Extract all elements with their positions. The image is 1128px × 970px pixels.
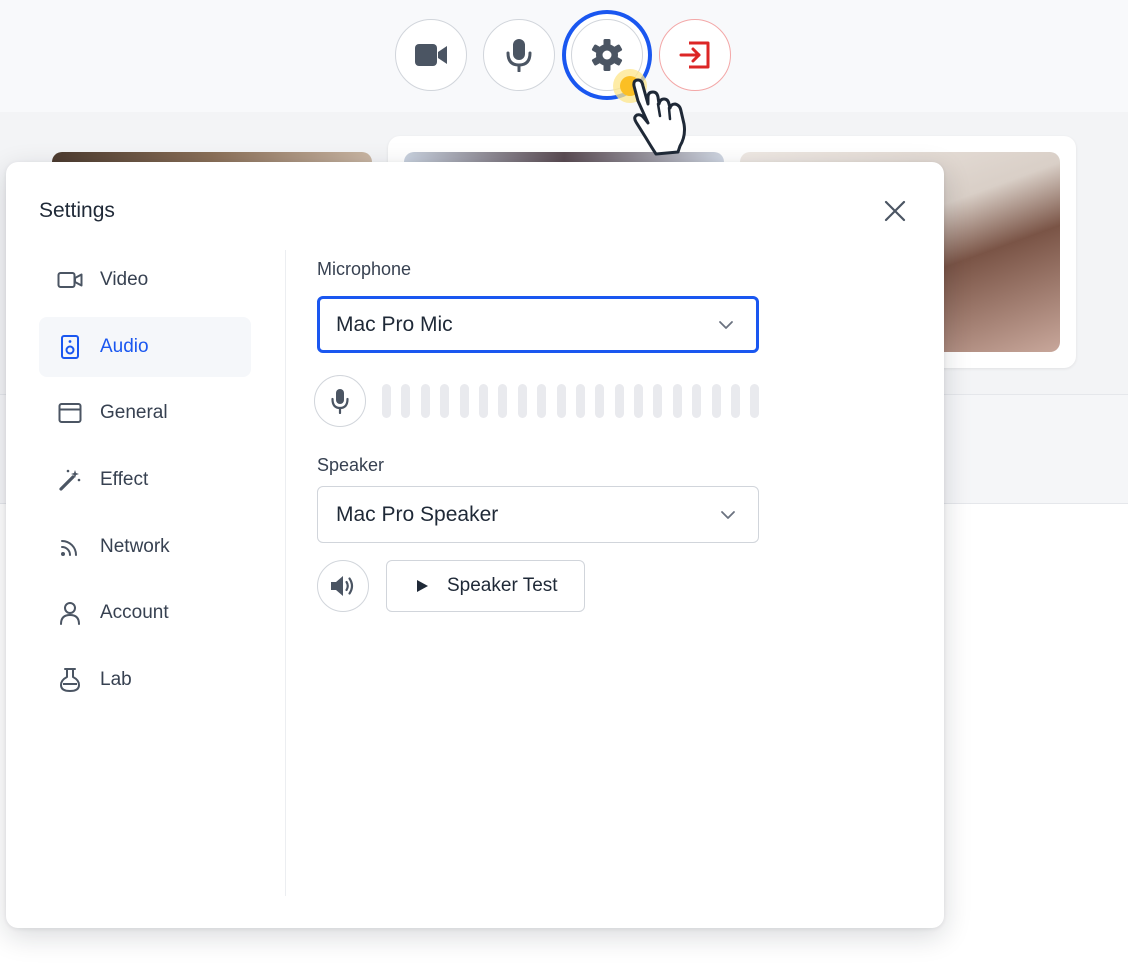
level-meter-segment <box>672 384 682 418</box>
nav-item-label: Audio <box>100 335 149 357</box>
level-meter-segment <box>478 384 488 418</box>
settings-nav: Video Audio General Effect Network Accou… <box>39 250 251 717</box>
microphone-toggle-button[interactable] <box>483 19 555 91</box>
nav-item-label: Lab <box>100 669 132 691</box>
chevron-down-icon <box>721 510 735 519</box>
level-meter-segment <box>575 384 585 418</box>
nav-item-label: Video <box>100 269 149 290</box>
level-meter-segment <box>420 384 430 418</box>
level-meter-segment <box>401 384 411 418</box>
video-camera-icon <box>415 44 447 66</box>
nav-item-lab[interactable]: Lab <box>39 650 251 710</box>
nav-item-audio[interactable]: Audio <box>39 316 251 377</box>
nav-item-label: General <box>100 402 168 424</box>
nav-item-general[interactable]: General <box>39 383 251 443</box>
nav-item-effect[interactable]: Effect <box>39 450 251 510</box>
nav-item-video[interactable]: Video <box>39 250 251 310</box>
speaker-volume-button[interactable] <box>317 560 369 612</box>
microphone-select-value: Mac Pro Mic <box>336 312 453 336</box>
dialog-title: Settings <box>39 199 115 222</box>
microphone-select[interactable]: Mac Pro Mic <box>317 296 759 353</box>
nav-item-account[interactable]: Account <box>39 583 251 643</box>
play-icon <box>417 580 428 592</box>
level-meter-segment <box>750 384 760 418</box>
level-meter-segment <box>440 384 450 418</box>
window-icon <box>57 400 83 426</box>
level-meter-segment <box>459 384 469 418</box>
level-meter-segment <box>711 384 721 418</box>
nav-item-network[interactable]: Network <box>39 517 251 577</box>
level-meter-segment <box>595 384 605 418</box>
wifi-signal-icon <box>57 534 83 560</box>
microphone-level-meter <box>382 384 760 418</box>
level-meter-segment <box>498 384 508 418</box>
microphone-icon <box>506 39 532 72</box>
nav-item-label: Effect <box>100 469 149 491</box>
speaker-select[interactable]: Mac Pro Speaker <box>317 486 759 543</box>
level-meter-segment <box>692 384 702 418</box>
chevron-down-icon <box>719 320 733 329</box>
level-meter-segment <box>614 384 624 418</box>
settings-dialog: Settings Video Audio General Effect Netw… <box>6 162 944 928</box>
meeting-toolbar <box>0 0 1128 112</box>
microphone-test-button[interactable] <box>314 375 366 427</box>
level-meter-segment <box>731 384 741 418</box>
user-icon <box>57 600 83 626</box>
hand-pointer-cursor <box>613 69 686 156</box>
close-icon <box>884 200 906 222</box>
camera-toggle-button[interactable] <box>395 19 467 91</box>
speaker-test-label: Speaker Test <box>447 575 558 596</box>
nav-item-label: Account <box>100 602 169 624</box>
video-camera-icon <box>57 267 83 293</box>
speaker-volume-icon <box>331 576 354 596</box>
close-button[interactable] <box>882 198 908 224</box>
speaker-select-value: Mac Pro Speaker <box>336 502 499 526</box>
level-meter-segment <box>537 384 547 418</box>
microphone-icon <box>331 389 349 414</box>
microphone-label: Microphone <box>317 259 412 279</box>
divider <box>285 250 286 896</box>
level-meter-segment <box>517 384 527 418</box>
nav-item-label: Network <box>100 535 170 557</box>
speaker-test-button[interactable]: Speaker Test <box>386 560 585 612</box>
speaker-box-icon <box>57 334 83 360</box>
speaker-label: Speaker <box>317 455 385 475</box>
flask-icon <box>57 667 83 693</box>
level-meter-segment <box>382 384 391 418</box>
level-meter-segment <box>634 384 644 418</box>
level-meter-segment <box>653 384 663 418</box>
level-meter-segment <box>556 384 566 418</box>
magic-wand-icon <box>57 467 83 493</box>
